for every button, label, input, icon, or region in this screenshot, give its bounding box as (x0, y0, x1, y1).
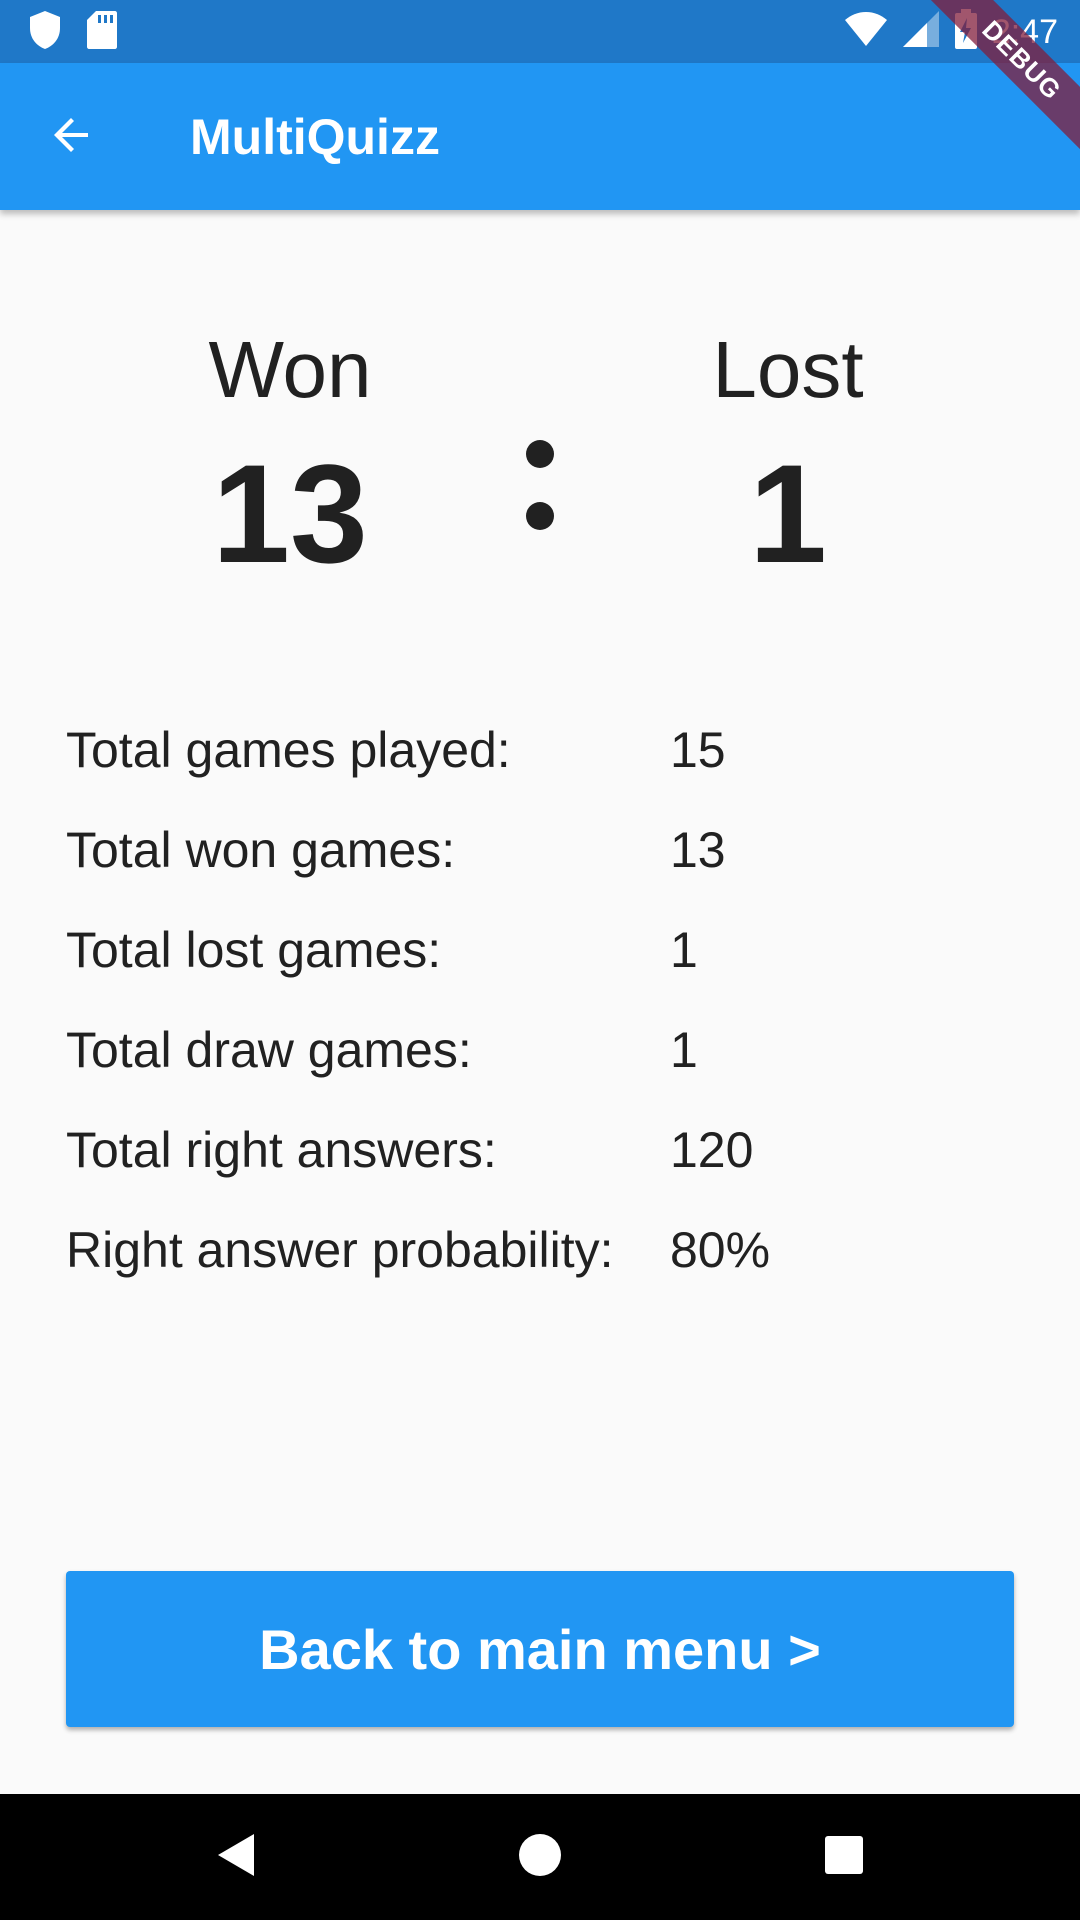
stat-row-won-games: Total won games: 13 (66, 800, 966, 900)
stat-row-right-answers: Total right answers: 120 (66, 1100, 966, 1200)
stat-row-games-played: Total games played: 15 (66, 700, 966, 800)
stat-label: Total games played: (66, 722, 511, 778)
stat-value: 1 (670, 1022, 698, 1078)
nav-back-button[interactable] (203, 1824, 269, 1890)
status-left-icons (28, 10, 118, 55)
stat-label: Total won games: (66, 822, 456, 878)
stat-value: 1 (670, 922, 698, 978)
arrow-back-icon (48, 111, 96, 164)
nav-home-icon (517, 1832, 563, 1883)
lost-score: Lost 1 (608, 320, 968, 594)
stat-row-lost-games: Total lost games: 1 (66, 900, 966, 1000)
back-button[interactable] (40, 105, 104, 169)
system-nav-bar (0, 1794, 1080, 1920)
stat-row-answer-probability: Right answer probability: 80% (66, 1200, 966, 1300)
won-label: Won (208, 325, 372, 414)
stat-value: 15 (670, 722, 726, 778)
stat-value: 80% (670, 1222, 771, 1278)
status-time: 2:47 (991, 12, 1058, 51)
stat-value: 13 (670, 822, 726, 878)
nav-recents-icon (823, 1834, 865, 1881)
status-bar: 2:47 (0, 0, 1080, 63)
cell-signal-icon (902, 10, 940, 53)
separator-dot-top (526, 440, 554, 468)
lost-label: Lost (712, 325, 864, 414)
app-bar: MultiQuizz (0, 63, 1080, 210)
nav-recents-button[interactable] (811, 1824, 877, 1890)
won-score: Won 13 (110, 320, 470, 594)
stat-label: Total lost games: (66, 922, 442, 978)
back-to-main-menu-button[interactable]: Back to main menu > (66, 1571, 1014, 1727)
stat-label: Total draw games: (66, 1022, 472, 1078)
screen: 2:47 DEBUG MultiQuizz Won 13 Lost 1 Tota… (0, 0, 1080, 1920)
app-title: MultiQuizz (190, 109, 440, 165)
score-separator (522, 440, 558, 530)
battery-charging-icon (954, 8, 978, 55)
separator-dot-bottom (526, 502, 554, 530)
nav-back-icon (216, 1832, 256, 1883)
score-board: Won 13 Lost 1 (0, 320, 1080, 620)
lost-value: 1 (749, 435, 827, 592)
nav-home-button[interactable] (507, 1824, 573, 1890)
sd-card-icon (86, 10, 118, 55)
stats-list: Total games played: 15 Total won games: … (66, 700, 966, 1300)
wifi-icon (844, 11, 888, 52)
status-right-icons: 2:47 (844, 8, 1058, 55)
stat-label: Right answer probability: (66, 1222, 614, 1278)
won-value: 13 (212, 435, 368, 592)
stat-label: Total right answers: (66, 1122, 497, 1178)
stat-value: 120 (670, 1122, 754, 1178)
stat-row-draw-games: Total draw games: 1 (66, 1000, 966, 1100)
shield-icon (28, 10, 62, 55)
